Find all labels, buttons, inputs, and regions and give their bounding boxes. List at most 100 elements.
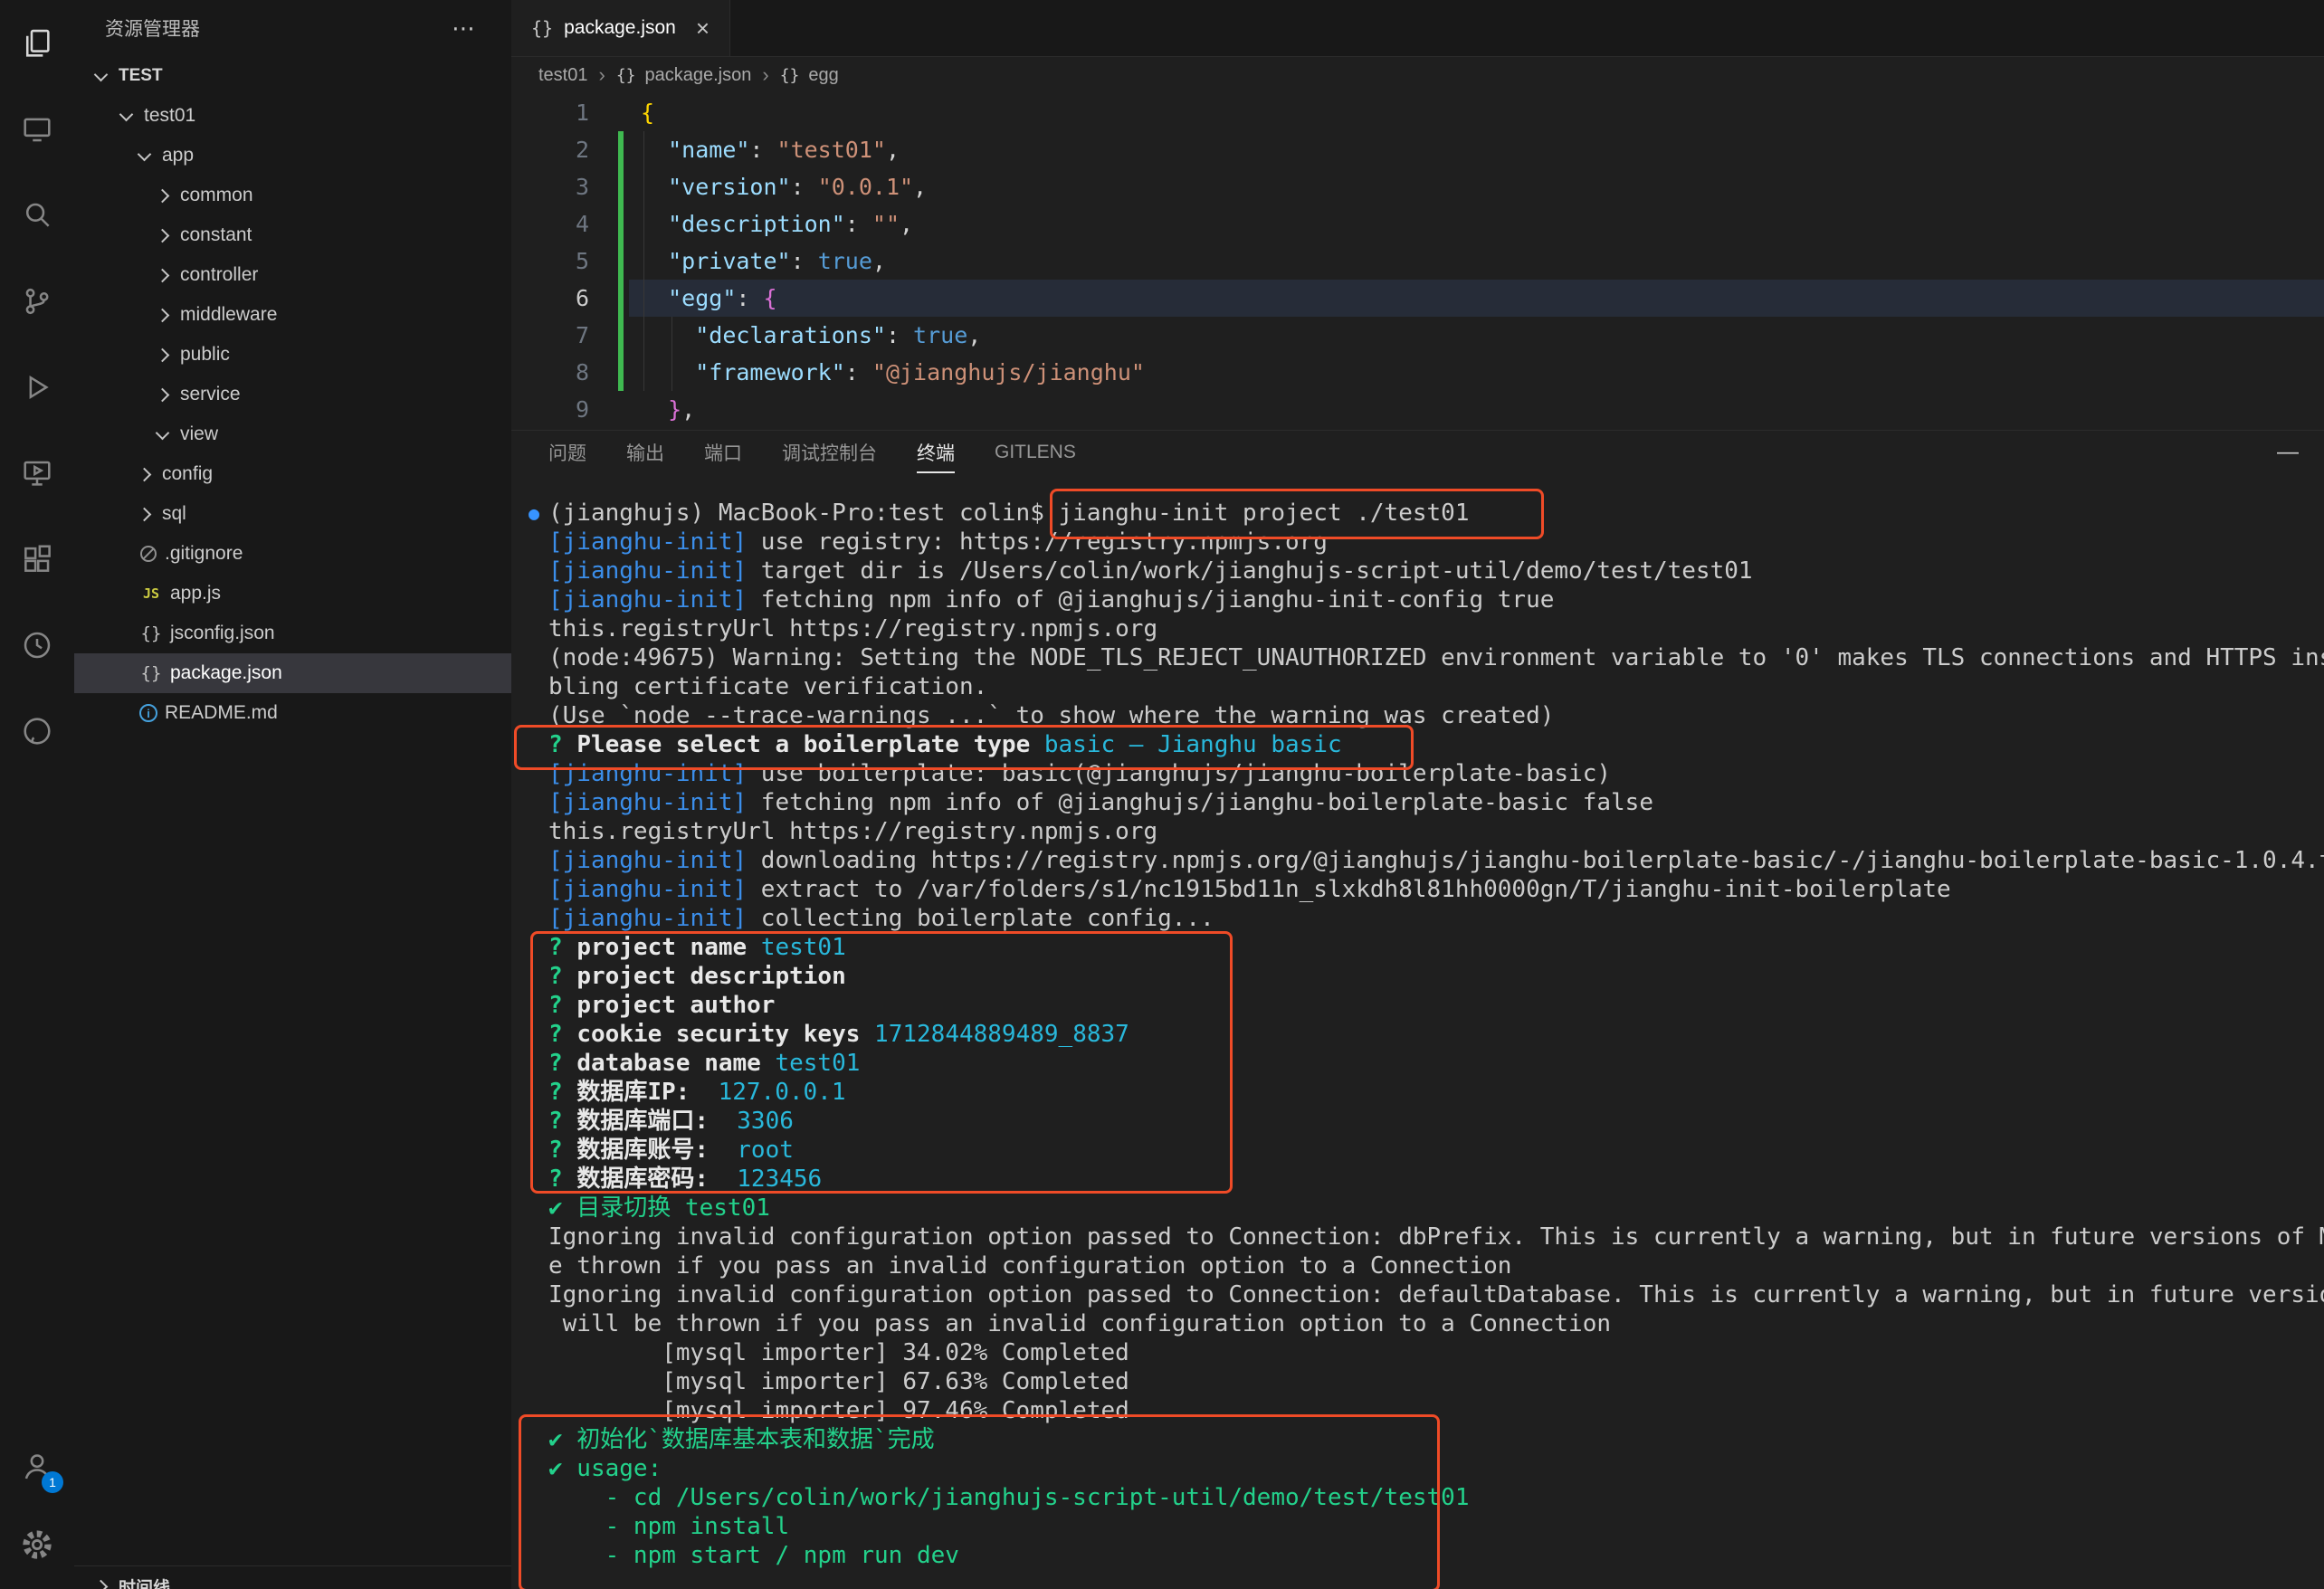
line-number: 7 bbox=[511, 317, 589, 354]
gitlens-icon[interactable] bbox=[0, 602, 74, 688]
terminal-output: ●(jianghujs) MacBook-Pro:test colin$ jia… bbox=[511, 481, 2324, 1570]
account-icon[interactable]: 1 bbox=[0, 1428, 74, 1506]
terminal-line: - npm install bbox=[548, 1512, 2324, 1541]
tree-item-common[interactable]: common bbox=[74, 176, 511, 215]
file-tree: test01 app common constant controller middlew… bbox=[74, 96, 511, 733]
tree-item-test01[interactable]: test01 bbox=[74, 96, 511, 136]
run-debug-icon[interactable] bbox=[0, 344, 74, 430]
code-line-1[interactable]: 1{ bbox=[511, 94, 2324, 131]
section-header-test[interactable]: TEST bbox=[74, 56, 511, 96]
remote-window-icon[interactable] bbox=[0, 86, 74, 172]
search-icon[interactable] bbox=[0, 172, 74, 258]
tree-item-label: constant bbox=[180, 224, 252, 246]
terminal-line: [jianghu-init] downloading https://regis… bbox=[548, 846, 2324, 875]
settings-gear-icon[interactable] bbox=[0, 1506, 74, 1584]
terminal-line: ? 数据库账号: root bbox=[548, 1136, 2324, 1165]
panel-tab-输出[interactable]: 输出 bbox=[626, 439, 664, 473]
panel-controls-icon[interactable]: — bbox=[2277, 440, 2299, 465]
tree-item-service[interactable]: service bbox=[74, 375, 511, 414]
code-line-3[interactable]: 3 "version": "0.0.1", bbox=[511, 168, 2324, 205]
code-line-5[interactable]: 5 "private": true, bbox=[511, 243, 2324, 280]
js-file-icon: JS bbox=[139, 585, 163, 602]
tree-item-label: jsconfig.json bbox=[170, 623, 275, 644]
terminal-line: Ignoring invalid configuration option pa… bbox=[548, 1280, 2324, 1309]
panel-tab-端口[interactable]: 端口 bbox=[704, 439, 742, 473]
code-editor[interactable]: 1{2 "name": "test01",3 "version": "0.0.1… bbox=[511, 94, 2324, 430]
line-number: 4 bbox=[511, 205, 589, 243]
chevron-right-icon bbox=[156, 268, 170, 282]
terminal-line: ? cookie security keys 1712844889489_883… bbox=[548, 1020, 2324, 1049]
panel-tab-问题[interactable]: 问题 bbox=[548, 439, 586, 473]
source-control-icon[interactable] bbox=[0, 258, 74, 344]
indent-guide bbox=[643, 205, 644, 243]
line-number: 3 bbox=[511, 168, 589, 205]
tab-package-json[interactable]: {} package.json × bbox=[511, 0, 730, 56]
terminal-line: - cd /Users/colin/work/jianghujs-script-… bbox=[548, 1483, 2324, 1512]
terminal-line: ●(jianghujs) MacBook-Pro:test colin$ jia… bbox=[548, 499, 2324, 528]
more-actions-icon[interactable]: ⋯ bbox=[452, 14, 477, 43]
tree-item-label: app bbox=[162, 145, 194, 167]
tree-item-README.md[interactable]: iREADME.md bbox=[74, 693, 511, 733]
indent-guide bbox=[643, 280, 644, 317]
code-line-9[interactable]: 9 }, bbox=[511, 391, 2324, 428]
panel-tab-终端[interactable]: 终端 bbox=[917, 439, 955, 473]
tree-item-constant[interactable]: constant bbox=[74, 215, 511, 255]
terminal-line: ✔ usage: bbox=[548, 1454, 2324, 1483]
tree-item-public[interactable]: public bbox=[74, 335, 511, 375]
json-symbol-icon: {} bbox=[780, 66, 800, 85]
terminal-line: ? 数据库IP: 127.0.0.1 bbox=[548, 1078, 2324, 1107]
json-symbol-icon: {} bbox=[616, 66, 636, 85]
panel-tab-调试控制台[interactable]: 调试控制台 bbox=[782, 439, 877, 473]
line-number: 9 bbox=[511, 391, 589, 428]
panel-tab-bar: 问题 输出 端口 调试控制台 终端 GITLENS bbox=[511, 431, 2324, 481]
github-icon[interactable] bbox=[0, 688, 74, 774]
git-added-indicator bbox=[618, 205, 624, 243]
code-line-8[interactable]: 8 "framework": "@jianghujs/jianghu" bbox=[511, 354, 2324, 391]
terminal-line: Ignoring invalid configuration option pa… bbox=[548, 1223, 2324, 1251]
tree-item-sql[interactable]: sql bbox=[74, 494, 511, 534]
terminal-line: [jianghu-init] use registry: https://reg… bbox=[548, 528, 2324, 557]
line-number: 2 bbox=[511, 131, 589, 168]
tree-item-app[interactable]: app bbox=[74, 136, 511, 176]
terminal-line: [jianghu-init] collecting boilerplate co… bbox=[548, 904, 2324, 933]
code-line-2[interactable]: 2 "name": "test01", bbox=[511, 131, 2324, 168]
terminal-line: ? 数据库密码: 123456 bbox=[548, 1165, 2324, 1194]
remote-explorer-icon[interactable] bbox=[0, 430, 74, 516]
tree-item-view[interactable]: view bbox=[74, 414, 511, 454]
code-line-6[interactable]: 6 "egg": { bbox=[511, 280, 2324, 317]
close-icon[interactable]: × bbox=[696, 14, 710, 43]
explorer-sidebar: 资源管理器 ⋯ TEST test01appcommonconstantcont… bbox=[74, 0, 512, 1589]
indent-guide bbox=[643, 131, 644, 168]
code-line-7[interactable]: 7 "declarations": true, bbox=[511, 317, 2324, 354]
tree-item-app.js[interactable]: JSapp.js bbox=[74, 574, 511, 614]
breadcrumb-item[interactable]: egg bbox=[808, 65, 838, 86]
account-badge: 1 bbox=[42, 1471, 63, 1493]
vscode-window: 1 资源管理器 ⋯ TEST test01appcommonconstantco… bbox=[0, 0, 2324, 1589]
tree-item-config[interactable]: config bbox=[74, 454, 511, 494]
extensions-icon[interactable] bbox=[0, 516, 74, 602]
breadcrumb-item[interactable]: package.json bbox=[645, 65, 752, 86]
code-line-4[interactable]: 4 "description": "", bbox=[511, 205, 2324, 243]
tab-bar: {} package.json × bbox=[511, 0, 2324, 57]
tree-item-package.json[interactable]: {}package.json bbox=[74, 653, 511, 693]
terminal-line: (node:49675) Warning: Setting the NODE_T… bbox=[548, 643, 2324, 672]
terminal-line: (Use `node --trace-warnings ...` to show… bbox=[548, 701, 2324, 730]
terminal[interactable]: ●(jianghujs) MacBook-Pro:test colin$ jia… bbox=[511, 481, 2324, 1589]
tree-item-label: middleware bbox=[180, 304, 277, 326]
terminal-line: ? project name test01 bbox=[548, 933, 2324, 962]
breadcrumb-item[interactable]: test01 bbox=[538, 65, 587, 86]
section-header-timeline[interactable]: 时间线 bbox=[74, 1565, 511, 1589]
tree-item-.gitignore[interactable]: .gitignore bbox=[74, 534, 511, 574]
tree-item-middleware[interactable]: middleware bbox=[74, 295, 511, 335]
info-file-icon: i bbox=[139, 704, 157, 722]
terminal-line: [mysql importer] 34.02% Completed bbox=[548, 1338, 2324, 1367]
indent-guide bbox=[643, 317, 644, 354]
indent-guide bbox=[643, 354, 644, 391]
tree-item-label: sql bbox=[162, 503, 186, 525]
panel-tab-GITLENS[interactable]: GITLENS bbox=[995, 442, 1076, 471]
explorer-icon[interactable] bbox=[0, 0, 74, 86]
tree-item-controller[interactable]: controller bbox=[74, 255, 511, 295]
chevron-right-icon bbox=[156, 387, 170, 402]
tree-item-jsconfig.json[interactable]: {}jsconfig.json bbox=[74, 614, 511, 653]
tree-item-label: test01 bbox=[144, 105, 195, 127]
